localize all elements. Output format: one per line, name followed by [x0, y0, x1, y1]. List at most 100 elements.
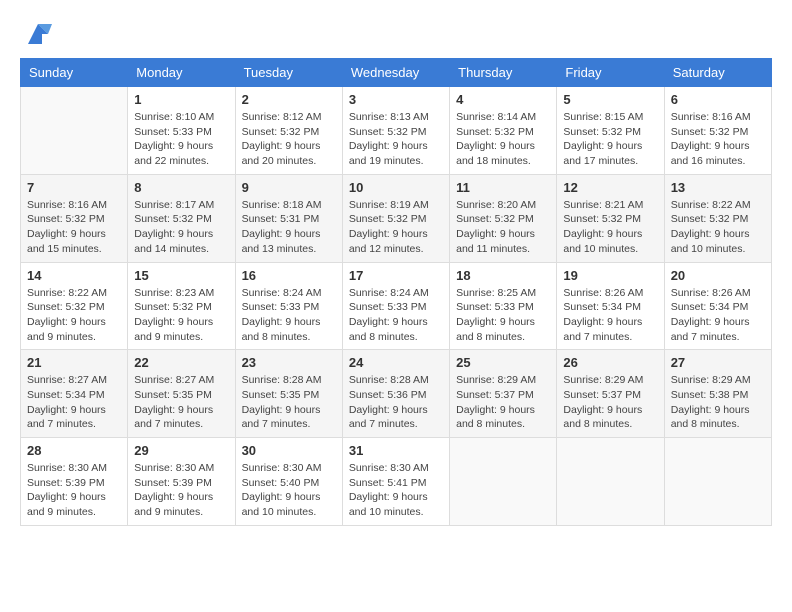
day-header-wednesday: Wednesday	[342, 59, 449, 87]
calendar-cell: 3Sunrise: 8:13 AMSunset: 5:32 PMDaylight…	[342, 87, 449, 175]
calendar-cell: 8 Sunrise: 8:17 AMSunset: 5:32 PMDaylight…	[128, 174, 235, 262]
day-info: Sunrise: 8:30 AMSunset: 5:39 PMDaylight:…	[134, 461, 228, 520]
calendar-cell: 16 Sunrise: 8:24 AMSunset: 5:33 PMDayligh…	[235, 262, 342, 350]
calendar-cell	[450, 438, 557, 526]
calendar-cell: 6Sunrise: 8:16 AMSunset: 5:32 PMDaylight…	[664, 87, 771, 175]
day-info: Sunrise: 8:15 AMSunset: 5:32 PMDaylight:…	[563, 110, 657, 169]
day-header-monday: Monday	[128, 59, 235, 87]
day-info: Sunrise: 8:16 AMSunset: 5:32 PMDaylight:…	[27, 198, 121, 257]
calendar-cell: 21 Sunrise: 8:27 AMSunset: 5:34 PMDayligh…	[21, 350, 128, 438]
day-info: Sunrise: 8:28 AMSunset: 5:36 PMDaylight:…	[349, 373, 443, 432]
calendar-cell: 23 Sunrise: 8:28 AMSunset: 5:35 PMDayligh…	[235, 350, 342, 438]
day-number: 8	[134, 180, 228, 195]
calendar-cell: 7 Sunrise: 8:16 AMSunset: 5:32 PMDaylight…	[21, 174, 128, 262]
day-number: 14	[27, 268, 121, 283]
logo-icon	[24, 20, 52, 48]
calendar-cell: 10Sunrise: 8:19 AMSunset: 5:32 PMDayligh…	[342, 174, 449, 262]
day-info: Sunrise: 8:17 AMSunset: 5:32 PMDaylight:…	[134, 198, 228, 257]
calendar-week-1: 1 Sunrise: 8:10 AMSunset: 5:33 PMDaylight…	[21, 87, 772, 175]
day-number: 11	[456, 180, 550, 195]
calendar-cell	[21, 87, 128, 175]
day-info: Sunrise: 8:23 AMSunset: 5:32 PMDaylight:…	[134, 286, 228, 345]
day-info: Sunrise: 8:30 AMSunset: 5:41 PMDaylight:…	[349, 461, 443, 520]
day-info: Sunrise: 8:29 AMSunset: 5:37 PMDaylight:…	[456, 373, 550, 432]
calendar-cell: 29 Sunrise: 8:30 AMSunset: 5:39 PMDayligh…	[128, 438, 235, 526]
logo	[20, 20, 52, 48]
day-number: 13	[671, 180, 765, 195]
day-number: 7	[27, 180, 121, 195]
calendar-cell: 25Sunrise: 8:29 AMSunset: 5:37 PMDayligh…	[450, 350, 557, 438]
day-number: 12	[563, 180, 657, 195]
calendar-cell: 11 Sunrise: 8:20 AMSunset: 5:32 PMDayligh…	[450, 174, 557, 262]
calendar-cell: 30 Sunrise: 8:30 AMSunset: 5:40 PMDayligh…	[235, 438, 342, 526]
day-info: Sunrise: 8:30 AMSunset: 5:39 PMDaylight:…	[27, 461, 121, 520]
calendar-cell: 5 Sunrise: 8:15 AMSunset: 5:32 PMDaylight…	[557, 87, 664, 175]
day-number: 30	[242, 443, 336, 458]
day-number: 18	[456, 268, 550, 283]
day-number: 16	[242, 268, 336, 283]
day-number: 2	[242, 92, 336, 107]
calendar-cell: 13 Sunrise: 8:22 AMSunset: 5:32 PMDayligh…	[664, 174, 771, 262]
day-number: 19	[563, 268, 657, 283]
calendar-cell: 18Sunrise: 8:25 AMSunset: 5:33 PMDayligh…	[450, 262, 557, 350]
day-header-tuesday: Tuesday	[235, 59, 342, 87]
day-number: 4	[456, 92, 550, 107]
day-info: Sunrise: 8:10 AMSunset: 5:33 PMDaylight:…	[134, 110, 228, 169]
day-number: 15	[134, 268, 228, 283]
day-number: 17	[349, 268, 443, 283]
calendar-cell	[557, 438, 664, 526]
calendar-table: SundayMondayTuesdayWednesdayThursdayFrid…	[20, 58, 772, 526]
calendar-cell: 26 Sunrise: 8:29 AMSunset: 5:37 PMDayligh…	[557, 350, 664, 438]
day-info: Sunrise: 8:28 AMSunset: 5:35 PMDaylight:…	[242, 373, 336, 432]
day-number: 24	[349, 355, 443, 370]
day-info: Sunrise: 8:27 AMSunset: 5:35 PMDaylight:…	[134, 373, 228, 432]
day-number: 3	[349, 92, 443, 107]
calendar-cell: 31 Sunrise: 8:30 AMSunset: 5:41 PMDayligh…	[342, 438, 449, 526]
day-info: Sunrise: 8:30 AMSunset: 5:40 PMDaylight:…	[242, 461, 336, 520]
calendar-week-5: 28 Sunrise: 8:30 AMSunset: 5:39 PMDayligh…	[21, 438, 772, 526]
day-info: Sunrise: 8:24 AMSunset: 5:33 PMDaylight:…	[242, 286, 336, 345]
day-info: Sunrise: 8:21 AMSunset: 5:32 PMDaylight:…	[563, 198, 657, 257]
day-info: Sunrise: 8:26 AMSunset: 5:34 PMDaylight:…	[671, 286, 765, 345]
day-info: Sunrise: 8:22 AMSunset: 5:32 PMDaylight:…	[671, 198, 765, 257]
calendar-cell: 15 Sunrise: 8:23 AMSunset: 5:32 PMDayligh…	[128, 262, 235, 350]
day-header-sunday: Sunday	[21, 59, 128, 87]
day-header-saturday: Saturday	[664, 59, 771, 87]
day-number: 26	[563, 355, 657, 370]
calendar-cell: 27Sunrise: 8:29 AMSunset: 5:38 PMDayligh…	[664, 350, 771, 438]
calendar-cell: 17 Sunrise: 8:24 AMSunset: 5:33 PMDayligh…	[342, 262, 449, 350]
day-number: 20	[671, 268, 765, 283]
day-info: Sunrise: 8:29 AMSunset: 5:38 PMDaylight:…	[671, 373, 765, 432]
day-number: 5	[563, 92, 657, 107]
day-info: Sunrise: 8:12 AMSunset: 5:32 PMDaylight:…	[242, 110, 336, 169]
day-info: Sunrise: 8:14 AMSunset: 5:32 PMDaylight:…	[456, 110, 550, 169]
calendar-cell: 14 Sunrise: 8:22 AMSunset: 5:32 PMDayligh…	[21, 262, 128, 350]
day-number: 21	[27, 355, 121, 370]
calendar-cell: 19 Sunrise: 8:26 AMSunset: 5:34 PMDayligh…	[557, 262, 664, 350]
day-info: Sunrise: 8:26 AMSunset: 5:34 PMDaylight:…	[563, 286, 657, 345]
calendar-cell: 24 Sunrise: 8:28 AMSunset: 5:36 PMDayligh…	[342, 350, 449, 438]
day-number: 6	[671, 92, 765, 107]
calendar-week-3: 14 Sunrise: 8:22 AMSunset: 5:32 PMDayligh…	[21, 262, 772, 350]
calendar-cell	[664, 438, 771, 526]
day-number: 9	[242, 180, 336, 195]
day-number: 28	[27, 443, 121, 458]
day-info: Sunrise: 8:29 AMSunset: 5:37 PMDaylight:…	[563, 373, 657, 432]
day-number: 22	[134, 355, 228, 370]
calendar-cell: 1 Sunrise: 8:10 AMSunset: 5:33 PMDaylight…	[128, 87, 235, 175]
day-number: 29	[134, 443, 228, 458]
day-info: Sunrise: 8:18 AMSunset: 5:31 PMDaylight:…	[242, 198, 336, 257]
day-number: 1	[134, 92, 228, 107]
day-header-friday: Friday	[557, 59, 664, 87]
day-number: 10	[349, 180, 443, 195]
day-number: 23	[242, 355, 336, 370]
page-header	[20, 20, 772, 48]
day-info: Sunrise: 8:27 AMSunset: 5:34 PMDaylight:…	[27, 373, 121, 432]
calendar-cell: 4 Sunrise: 8:14 AMSunset: 5:32 PMDaylight…	[450, 87, 557, 175]
day-header-thursday: Thursday	[450, 59, 557, 87]
calendar-week-2: 7 Sunrise: 8:16 AMSunset: 5:32 PMDaylight…	[21, 174, 772, 262]
day-number: 31	[349, 443, 443, 458]
day-info: Sunrise: 8:20 AMSunset: 5:32 PMDaylight:…	[456, 198, 550, 257]
day-info: Sunrise: 8:24 AMSunset: 5:33 PMDaylight:…	[349, 286, 443, 345]
day-info: Sunrise: 8:22 AMSunset: 5:32 PMDaylight:…	[27, 286, 121, 345]
